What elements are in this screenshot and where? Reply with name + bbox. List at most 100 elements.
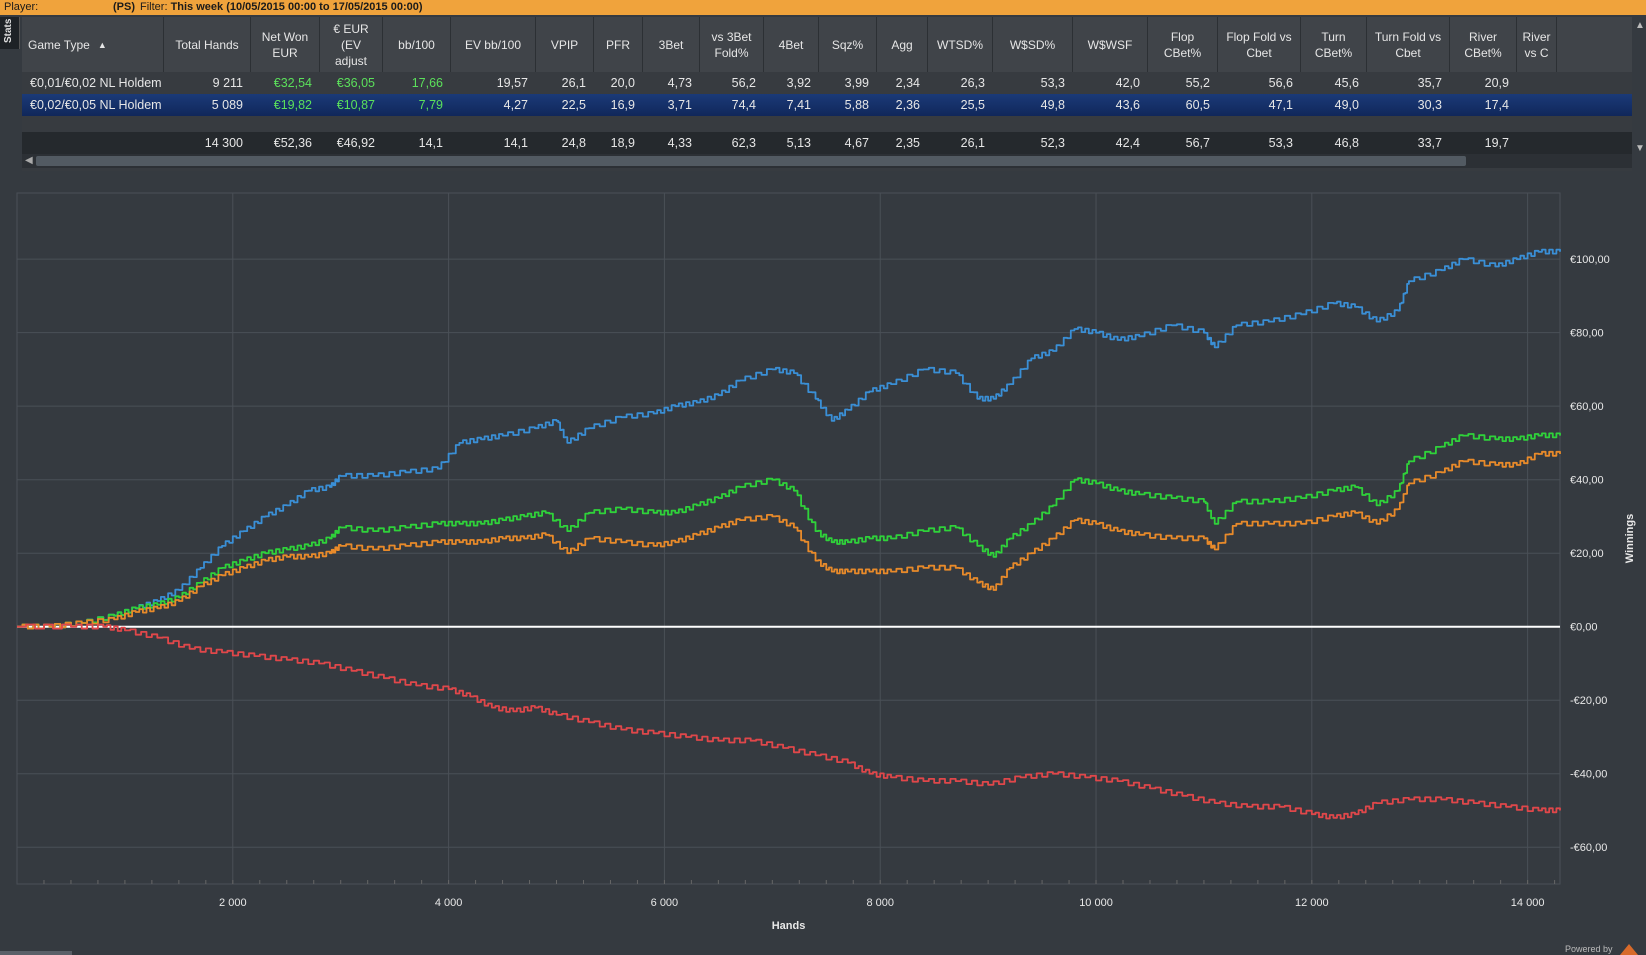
table-cell: 43,6 bbox=[1115, 98, 1140, 112]
column-header-label: EV bb/100 bbox=[464, 37, 522, 52]
table-cell: 26,1 bbox=[960, 136, 985, 150]
column-header[interactable]: 4Bet bbox=[764, 17, 819, 72]
column-header-label: Game Type bbox=[28, 37, 90, 52]
table-cell: 9 211 bbox=[212, 76, 243, 90]
table-cell: 52,3 bbox=[1040, 136, 1065, 150]
table-cell: 42,4 bbox=[1115, 136, 1140, 150]
table-row[interactable]: €0,01/€0,02 NL Holdem 9 211 €32,54 €36,05 17… bbox=[22, 72, 1632, 94]
column-header[interactable]: Sqz% bbox=[819, 17, 877, 72]
stats-table: Game Type ▲ Total Hands Net Won EUR € EUR (E… bbox=[22, 17, 1632, 171]
column-header-label: River CBet% bbox=[1464, 29, 1502, 60]
scrollbar-thumb[interactable] bbox=[36, 156, 1466, 166]
table-cell: 53,3 bbox=[1268, 136, 1293, 150]
horizontal-scrollbar[interactable]: ◀ bbox=[22, 154, 1632, 168]
y-tick-label: €60,00 bbox=[1570, 401, 1604, 413]
table-cell: 14,1 bbox=[418, 136, 443, 150]
scroll-up-icon[interactable]: ▲ bbox=[1635, 20, 1645, 31]
table-cell: 49,8 bbox=[1040, 98, 1065, 112]
column-header-label: W$WSF bbox=[1087, 37, 1133, 52]
table-cell: 5 089 bbox=[211, 98, 243, 112]
column-header-label: WTSD% bbox=[937, 37, 983, 52]
column-header[interactable]: W$WSF bbox=[1073, 17, 1148, 72]
column-header[interactable]: Turn CBet% bbox=[1301, 17, 1367, 72]
table-cell: €46,92 bbox=[336, 136, 375, 150]
app-window: Player: (PS) Filter: This week (10/05/20… bbox=[0, 0, 1646, 955]
table-cell: 3,92 bbox=[786, 76, 811, 90]
plot-area bbox=[16, 192, 1561, 885]
column-header[interactable]: Net Won EUR bbox=[251, 17, 320, 72]
table-cell: 22,5 bbox=[561, 98, 586, 112]
column-header-label: vs 3Bet Fold% bbox=[711, 29, 752, 60]
column-header-label: Flop Fold vs Cbet bbox=[1226, 29, 1292, 60]
table-cell: 3,71 bbox=[667, 98, 692, 112]
y-tick-label: €40,00 bbox=[1570, 475, 1604, 487]
column-header[interactable]: vs 3Bet Fold% bbox=[700, 17, 764, 72]
table-cell: 55,2 bbox=[1185, 76, 1210, 90]
filter-label: Filter: bbox=[140, 1, 168, 13]
x-tick-label: 4 000 bbox=[435, 897, 463, 909]
table-cell: 18,9 bbox=[610, 136, 635, 150]
filter-text[interactable]: Filter: This week (10/05/2015 00:00 to 1… bbox=[140, 0, 423, 15]
table-cell: 4,27 bbox=[503, 98, 528, 112]
powered-by-label: Powered by bbox=[1565, 944, 1613, 954]
table-cell bbox=[1517, 72, 1557, 94]
column-header[interactable]: VPIP bbox=[536, 17, 594, 72]
column-header-label: River vs C bbox=[1522, 29, 1551, 60]
column-header[interactable]: Agg bbox=[877, 17, 928, 72]
table-cell: 47,1 bbox=[1268, 98, 1293, 112]
table-cell: 2,35 bbox=[895, 136, 920, 150]
column-header-label: 3Bet bbox=[658, 37, 684, 52]
site-label: (PS) bbox=[113, 1, 135, 13]
table-totals-row: 14 300 €52,36 €46,92 14,1 14,1 24,8 18,9 4,33 62… bbox=[22, 132, 1632, 154]
table-row-selected[interactable]: €0,02/€0,05 NL Holdem 5 089 €19,82 €10,87 7,… bbox=[22, 94, 1632, 116]
table-cell: 45,6 bbox=[1334, 76, 1359, 90]
table-cell bbox=[1517, 94, 1557, 116]
column-header[interactable]: Turn Fold vs Cbet bbox=[1367, 17, 1450, 72]
stats-side-tab[interactable]: Stats bbox=[0, 17, 20, 49]
table-cell: 4,73 bbox=[667, 76, 692, 90]
x-tick-label: 14 000 bbox=[1511, 897, 1545, 909]
column-header[interactable]: 3Bet bbox=[643, 17, 700, 72]
table-cell: 2,34 bbox=[895, 76, 920, 90]
column-header-label: € EUR (EV adjust bbox=[333, 21, 369, 68]
column-header[interactable]: € EUR (EV adjust bbox=[320, 17, 383, 72]
table-cell: 56,6 bbox=[1268, 76, 1293, 90]
column-header-label: Turn Fold vs Cbet bbox=[1374, 29, 1442, 60]
table-cell: 24,8 bbox=[561, 136, 586, 150]
table-cell: 35,7 bbox=[1417, 76, 1442, 90]
table-cell: €36,05 bbox=[336, 76, 375, 90]
table-cell: 62,3 bbox=[731, 136, 756, 150]
winnings-chart: 2 000 4 000 6 000 8 000 10 000 12 000 14 000 €1… bbox=[0, 178, 1646, 955]
column-header[interactable]: PFR bbox=[594, 17, 643, 72]
column-header[interactable]: Game Type ▲ bbox=[22, 17, 164, 72]
column-header-label: Flop CBet% bbox=[1163, 29, 1202, 60]
column-header[interactable]: Total Hands bbox=[164, 17, 251, 72]
table-cell: 7,41 bbox=[786, 98, 811, 112]
chart-svg: 2 000 4 000 6 000 8 000 10 000 12 000 14 000 €1… bbox=[16, 192, 1636, 932]
table-cell: 56,7 bbox=[1185, 136, 1210, 150]
table-cell: 30,3 bbox=[1417, 98, 1442, 112]
column-header[interactable]: bb/100 bbox=[383, 17, 451, 72]
table-cell: 46,8 bbox=[1334, 136, 1359, 150]
column-header[interactable]: Flop Fold vs Cbet bbox=[1218, 17, 1301, 72]
column-header[interactable]: EV bb/100 bbox=[451, 17, 536, 72]
x-tick-label: 6 000 bbox=[651, 897, 679, 909]
y-tick-label: -€20,00 bbox=[1570, 695, 1607, 707]
table-cell: €10,87 bbox=[336, 98, 375, 112]
column-header[interactable]: River CBet% bbox=[1450, 17, 1517, 72]
column-header[interactable]: Flop CBet% bbox=[1148, 17, 1218, 72]
column-header-label: Sqz% bbox=[831, 37, 864, 52]
y-tick-label: €0,00 bbox=[1570, 622, 1598, 634]
stats-tab-label: Stats bbox=[3, 18, 14, 43]
table-cell: 26,1 bbox=[561, 76, 586, 90]
table-cell: €32,54 bbox=[273, 76, 312, 90]
table-cell: 5,88 bbox=[844, 98, 869, 112]
column-header[interactable]: River vs C bbox=[1517, 17, 1557, 72]
scroll-left-icon[interactable]: ◀ bbox=[25, 155, 33, 166]
table-cell: 7,79 bbox=[418, 98, 443, 112]
x-tick-label: 8 000 bbox=[866, 897, 894, 909]
column-header[interactable]: W$SD% bbox=[993, 17, 1073, 72]
table-cell: 19,7 bbox=[1484, 136, 1509, 150]
column-header[interactable]: WTSD% bbox=[928, 17, 993, 72]
scroll-down-icon[interactable]: ▼ bbox=[1635, 143, 1645, 154]
